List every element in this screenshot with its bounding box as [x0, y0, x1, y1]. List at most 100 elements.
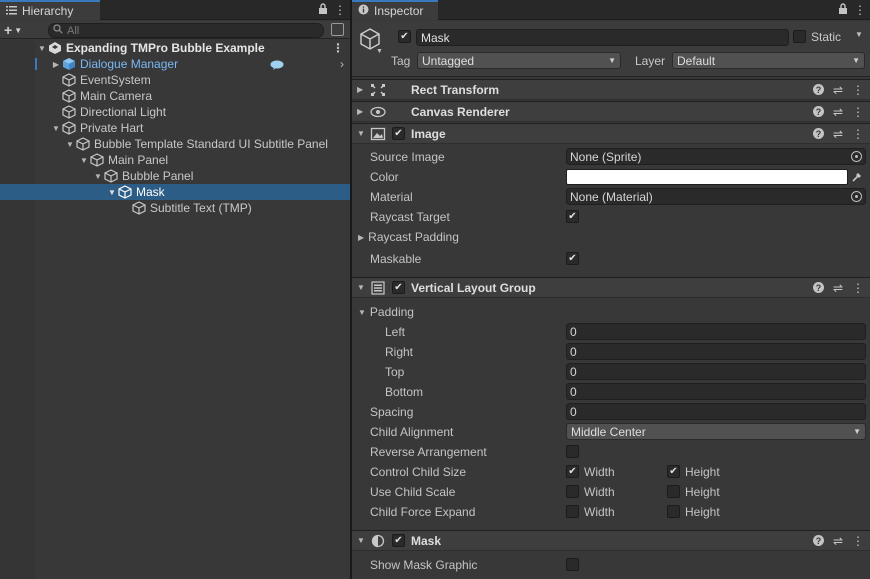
chevron-down-icon[interactable]: ▼ — [855, 30, 863, 39]
help-icon[interactable]: ? — [812, 282, 824, 293]
component-enabled-checkbox[interactable]: ✔ — [392, 281, 405, 294]
more-options-icon[interactable]: ⋮ — [334, 3, 346, 17]
control-size-width-checkbox[interactable]: ✔ — [566, 465, 579, 478]
expand-arrow-icon[interactable]: ▼ — [50, 124, 62, 133]
help-icon[interactable]: ? — [812, 535, 824, 546]
color-swatch[interactable] — [566, 169, 848, 185]
expand-arrow-icon[interactable]: ▼ — [64, 140, 76, 149]
active-checkbox[interactable]: ✔ — [398, 30, 411, 43]
force-expand-height-checkbox[interactable] — [667, 505, 680, 518]
component-canvas-renderer[interactable]: ▶ Canvas Renderer ? ⇌ ⋮ — [352, 101, 870, 122]
expand-arrow-icon[interactable]: ▼ — [36, 44, 48, 53]
component-image[interactable]: ▼ ✔ Image ? ⇌ ⋮ — [352, 123, 870, 144]
show-mask-graphic-checkbox[interactable] — [566, 558, 579, 571]
static-checkbox[interactable] — [793, 30, 806, 43]
tree-item-directional-light[interactable]: ▶ Directional Light — [0, 104, 350, 120]
object-picker-icon[interactable] — [851, 191, 862, 202]
object-name-value: Mask — [421, 30, 450, 45]
search-input[interactable]: All — [48, 23, 324, 38]
collapse-arrow-icon[interactable]: ▼ — [357, 283, 365, 292]
control-size-height-checkbox[interactable]: ✔ — [667, 465, 680, 478]
tree-item-bubble-panel[interactable]: ▼ Bubble Panel — [0, 168, 350, 184]
collapse-arrow-icon[interactable]: ▶ — [357, 85, 363, 94]
preset-sliders-icon[interactable]: ⇌ — [833, 105, 843, 119]
help-icon[interactable]: ? — [812, 106, 824, 117]
tag-dropdown[interactable]: Untagged ▼ — [417, 52, 621, 69]
object-picker-icon[interactable] — [851, 151, 862, 162]
tree-item-main-panel[interactable]: ▼ Main Panel — [0, 152, 350, 168]
padding-foldout[interactable]: ▼ Padding — [358, 303, 414, 321]
component-enabled-checkbox[interactable]: ✔ — [392, 127, 405, 140]
reverse-arrangement-checkbox[interactable] — [566, 445, 579, 458]
use-scale-height-checkbox[interactable] — [667, 485, 680, 498]
create-button[interactable]: + ▼ — [4, 22, 22, 38]
spacing-field[interactable]: 0 — [566, 403, 866, 420]
help-icon[interactable]: ? — [812, 84, 824, 95]
expand-arrow-icon[interactable]: ▶ — [50, 60, 62, 69]
inspector-tabbar: Inspector ⋮ — [352, 0, 870, 20]
raycast-padding-foldout[interactable]: ▶ Raycast Padding — [358, 228, 459, 246]
hierarchy-toolbar: + ▼ All — [0, 21, 350, 39]
lock-icon[interactable] — [318, 3, 328, 17]
padding-right-field[interactable]: 0 — [566, 343, 866, 360]
material-field[interactable]: None (Material) — [566, 188, 866, 205]
more-options-icon[interactable]: ⋮ — [852, 83, 864, 97]
tree-item-private-hart[interactable]: ▼ Private Hart — [0, 120, 350, 136]
expand-arrow-icon[interactable]: ▼ — [78, 156, 90, 165]
help-icon[interactable]: ? — [812, 128, 824, 139]
eyedropper-icon[interactable] — [851, 170, 863, 186]
scene-visibility-icon[interactable] — [331, 23, 344, 36]
tree-item-label: Private Hart — [80, 121, 144, 135]
tab-inspector[interactable]: Inspector — [352, 0, 438, 20]
collapse-arrow-icon[interactable]: ▼ — [357, 129, 365, 138]
padding-top-value: 0 — [570, 364, 577, 379]
tree-item-scene[interactable]: ▼ Expanding TMPro Bubble Example ⋮ — [0, 40, 350, 56]
more-options-icon[interactable]: ⋮ — [852, 281, 864, 295]
component-tools: ? ⇌ ⋮ — [812, 102, 864, 121]
component-vertical-layout-group[interactable]: ▼ ✔ Vertical Layout Group ? ⇌ ⋮ — [352, 277, 870, 298]
maskable-checkbox[interactable]: ✔ — [566, 252, 579, 265]
raycast-target-checkbox[interactable]: ✔ — [566, 210, 579, 223]
layer-dropdown[interactable]: Default ▼ — [672, 52, 865, 69]
more-options-icon[interactable]: ⋮ — [852, 127, 864, 141]
source-image-field[interactable]: None (Sprite) — [566, 148, 866, 165]
preset-sliders-icon[interactable]: ⇌ — [833, 534, 843, 548]
tree-item-eventsystem[interactable]: ▶ EventSystem — [0, 72, 350, 88]
child-alignment-dropdown[interactable]: Middle Center ▼ — [566, 423, 866, 440]
inspector-panel: Inspector ⋮ ▼ ✔ Mask Static ▼ Tag Untagg… — [352, 0, 870, 579]
gameobject-cube-icon — [76, 137, 90, 151]
preset-sliders-icon[interactable]: ⇌ — [833, 83, 843, 97]
object-name-field[interactable]: Mask — [416, 29, 789, 46]
color-label: Color — [370, 170, 399, 184]
tree-item-bubble-template[interactable]: ▼ Bubble Template Standard UI Subtitle P… — [0, 136, 350, 152]
collapse-arrow-icon[interactable]: ▶ — [357, 107, 363, 116]
component-mask[interactable]: ▼ ✔ Mask ? ⇌ ⋮ — [352, 530, 870, 551]
tree-item-subtitle-text[interactable]: ▶ Subtitle Text (TMP) — [0, 200, 350, 216]
expand-arrow-icon[interactable]: ▼ — [92, 172, 104, 181]
tree-item-label: Bubble Panel — [122, 169, 194, 183]
chevron-down-icon[interactable]: ▼ — [376, 48, 383, 55]
tree-item-label: Bubble Template Standard UI Subtitle Pan… — [94, 137, 328, 151]
force-expand-width-checkbox[interactable] — [566, 505, 579, 518]
preset-sliders-icon[interactable]: ⇌ — [833, 127, 843, 141]
component-enabled-checkbox[interactable]: ✔ — [392, 534, 405, 547]
padding-top-field[interactable]: 0 — [566, 363, 866, 380]
padding-bottom-field[interactable]: 0 — [566, 383, 866, 400]
tree-item-dialogue-manager[interactable]: ▶ Dialogue Manager › — [0, 56, 350, 72]
padding-left-field[interactable]: 0 — [566, 323, 866, 340]
expand-arrow-icon[interactable]: ▼ — [106, 188, 118, 197]
more-options-icon[interactable]: ⋮ — [852, 105, 864, 119]
more-options-icon[interactable]: ⋮ — [852, 534, 864, 548]
tree-item-mask[interactable]: ▼ Mask — [0, 184, 350, 200]
collapse-arrow-icon[interactable]: ▼ — [357, 536, 365, 545]
chevron-right-icon[interactable]: › — [340, 56, 344, 72]
tab-hierarchy[interactable]: Hierarchy — [0, 0, 100, 20]
padding-left-label: Left — [385, 325, 406, 339]
more-options-icon[interactable]: ⋮ — [332, 40, 344, 56]
tree-item-main-camera[interactable]: ▶ Main Camera — [0, 88, 350, 104]
lock-icon[interactable] — [838, 3, 848, 17]
more-options-icon[interactable]: ⋮ — [854, 3, 866, 17]
use-scale-width-checkbox[interactable] — [566, 485, 579, 498]
component-rect-transform[interactable]: ▶ Rect Transform ? ⇌ ⋮ — [352, 79, 870, 100]
preset-sliders-icon[interactable]: ⇌ — [833, 281, 843, 295]
